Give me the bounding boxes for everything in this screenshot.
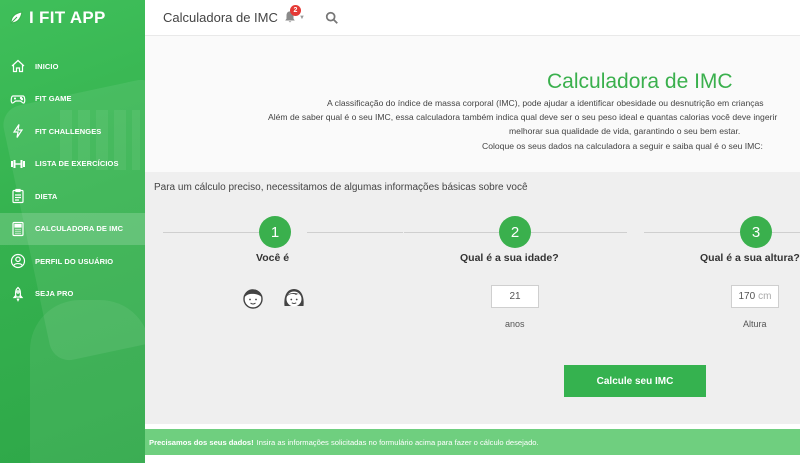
top-bar: Calculadora de IMC 2 ▼	[145, 0, 800, 36]
step-divider	[644, 232, 740, 233]
info-alert: Precisamos dos seus dados! Insira as inf…	[145, 429, 800, 455]
sidebar: I FIT APP INICIO FIT GAME FIT CHALLENGES…	[0, 0, 145, 463]
dumbbell-icon	[10, 156, 26, 172]
alert-text: Insira as informações solicitadas no for…	[256, 437, 539, 447]
background-decoration	[30, 300, 145, 463]
height-caption: Altura	[743, 319, 767, 329]
male-avatar-icon[interactable]	[241, 286, 265, 310]
rocket-icon	[10, 286, 26, 302]
sidebar-nav: INICIO FIT GAME FIT CHALLENGES LISTA DE …	[0, 50, 145, 310]
page-title: Calculadora de IMC	[163, 10, 278, 25]
female-avatar-icon[interactable]	[282, 286, 306, 310]
sidebar-item-calculadora-de-imc[interactable]: CALCULADORA DE IMC	[0, 212, 145, 245]
sidebar-item-fit-challenges[interactable]: FIT CHALLENGES	[0, 115, 145, 148]
caret-down-icon: ▼	[299, 15, 305, 21]
height-input[interactable]: 170 cm	[731, 285, 779, 308]
app-name: I FIT APP	[29, 8, 106, 27]
section-heading: Calculadora de IMC	[547, 70, 733, 93]
step-label: Qual é a sua idade?	[460, 252, 559, 264]
step-number: 3	[740, 216, 772, 248]
app-logo[interactable]: I FIT APP	[8, 7, 106, 29]
notifications-button[interactable]: 2 ▼	[283, 5, 305, 26]
sidebar-item-lista-de-exercicios[interactable]: LISTA DE EXERCÍCIOS	[0, 148, 145, 181]
height-value: 170	[738, 291, 756, 302]
intro-text: A classificação do índice de massa corpo…	[327, 98, 764, 108]
clipboard-icon	[10, 188, 26, 204]
form-lead-text: Para um cálculo preciso, necessitamos de…	[154, 182, 528, 193]
step-divider	[404, 232, 499, 233]
age-unit-label: anos	[505, 319, 525, 329]
step-divider	[531, 232, 627, 233]
sidebar-item-label: FIT GAME	[35, 94, 72, 104]
intro-text: Coloque os seus dados na calculadora a s…	[482, 141, 763, 151]
step-divider	[772, 232, 800, 233]
calculate-imc-button[interactable]: Calcule seu IMC	[564, 365, 706, 397]
sidebar-item-label: CALCULADORA DE IMC	[35, 224, 124, 234]
intro-text: melhorar sua qualidade de vida, garantin…	[509, 126, 741, 136]
age-input[interactable]: 21	[491, 285, 539, 308]
leaf-icon	[10, 11, 23, 24]
imc-form: Para um cálculo preciso, necessitamos de…	[145, 172, 800, 424]
lightning-icon	[10, 123, 26, 139]
step-divider	[307, 232, 403, 233]
sidebar-item-seja-pro[interactable]: SEJA PRO	[0, 278, 145, 311]
home-icon	[10, 58, 26, 74]
sidebar-item-dieta[interactable]: DIETA	[0, 180, 145, 213]
gamepad-icon	[10, 91, 26, 107]
sidebar-item-label: PERFIL DO USUÁRIO	[35, 256, 114, 266]
alert-strong-text: Precisamos dos seus dados!	[149, 437, 254, 447]
sidebar-item-inicio[interactable]: INICIO	[0, 50, 145, 83]
step-number: 2	[499, 216, 531, 248]
intro-text: Além de saber qual é o seu IMC, essa cal…	[268, 112, 778, 122]
sidebar-item-label: DIETA	[35, 191, 58, 201]
age-value: 21	[509, 291, 521, 302]
step-label: Você é	[256, 252, 290, 264]
sidebar-item-perfil-do-usuario[interactable]: PERFIL DO USUÁRIO	[0, 245, 145, 278]
height-unit: cm	[758, 291, 772, 302]
sidebar-item-label: FIT CHALLENGES	[35, 126, 102, 136]
step-label: Qual é a sua altura?	[700, 252, 800, 264]
search-icon[interactable]	[325, 11, 339, 25]
step-number: 1	[259, 216, 291, 248]
step-divider	[163, 232, 261, 233]
sidebar-item-label: LISTA DE EXERCÍCIOS	[35, 159, 119, 169]
sidebar-item-label: SEJA PRO	[35, 289, 74, 299]
calculator-icon	[10, 221, 26, 237]
sidebar-item-label: INICIO	[35, 61, 59, 71]
user-circle-icon	[10, 253, 26, 269]
sidebar-item-fit-game[interactable]: FIT GAME	[0, 83, 145, 116]
intro-section: Calculadora de IMC A classificação do ín…	[145, 36, 800, 172]
